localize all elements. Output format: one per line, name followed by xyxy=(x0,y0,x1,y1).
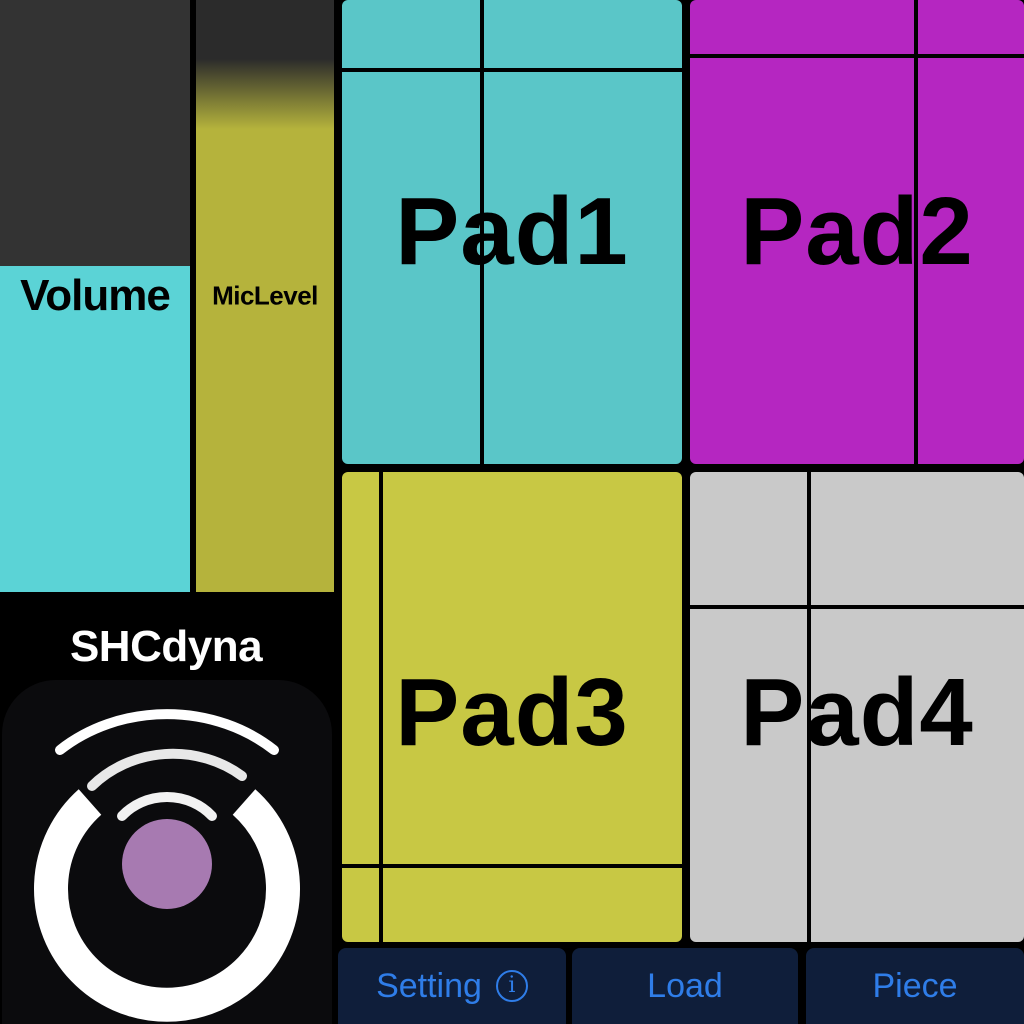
volume-slider[interactable]: Volume xyxy=(0,0,190,592)
mic-level-slider[interactable]: MicLevel xyxy=(196,0,334,592)
pad-2[interactable]: Pad2 xyxy=(690,0,1024,464)
mic-level-slider-fill xyxy=(196,59,334,592)
pad-4-label: Pad4 xyxy=(740,659,974,766)
pad-3-label: Pad3 xyxy=(395,659,629,766)
setting-button-label: Setting xyxy=(376,966,482,1005)
dynamics-wave-logo-icon xyxy=(2,680,332,1024)
volume-label: Volume xyxy=(20,271,171,320)
piece-button-label: Piece xyxy=(872,966,958,1005)
pad-divider xyxy=(342,864,682,868)
setting-button[interactable]: Setting i xyxy=(338,948,566,1024)
info-icon: i xyxy=(495,970,528,1002)
pad-1-label: Pad1 xyxy=(395,178,629,285)
piece-button[interactable]: Piece xyxy=(806,948,1024,1024)
pad-1[interactable]: Pad1 xyxy=(342,0,682,464)
pad-divider xyxy=(342,68,682,72)
pad-4[interactable]: Pad4 xyxy=(690,472,1024,942)
pad-divider xyxy=(690,54,1024,58)
app-title: SHCdyna xyxy=(69,622,263,671)
pad-divider xyxy=(690,605,1024,609)
load-button[interactable]: Load xyxy=(572,948,798,1024)
load-button-label: Load xyxy=(647,966,723,1005)
pad-3[interactable]: Pad3 xyxy=(342,472,682,942)
pad-2-label: Pad2 xyxy=(740,178,974,285)
mic-level-label: MicLevel xyxy=(212,280,318,311)
